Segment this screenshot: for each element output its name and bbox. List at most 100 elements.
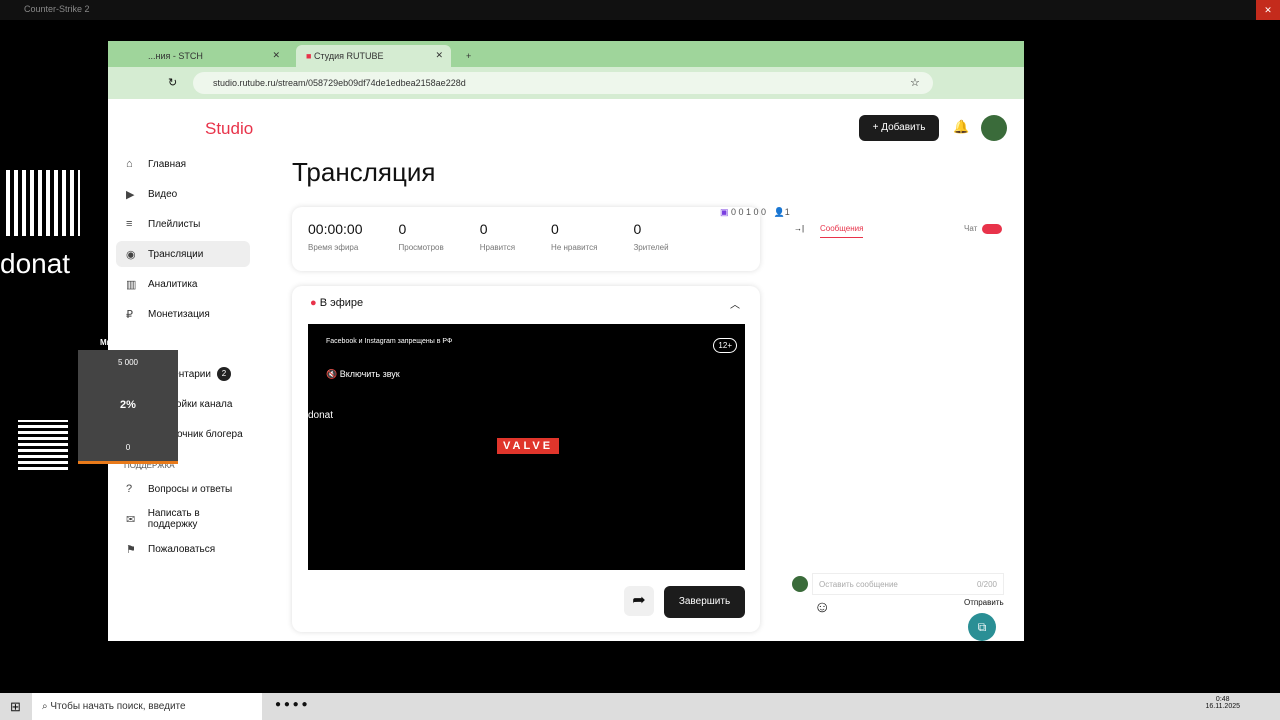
reload-icon[interactable]: ↻ bbox=[168, 76, 177, 89]
live-header: ● В эфире bbox=[310, 297, 363, 309]
flag-icon: ⚑ bbox=[126, 543, 136, 556]
taskbar-search[interactable]: ⌕ Чтобы начать поиск, введите bbox=[32, 693, 262, 720]
live-panel: ● В эфире ︿ Facebook и Instagram запреще… bbox=[292, 286, 760, 632]
playlist-icon: ≡ bbox=[126, 218, 133, 230]
chat-panel: ▣ 0 0 1 0 0 👤1 →| Сообщения Чат Оставить… bbox=[720, 207, 1013, 641]
taskbar: ⊞ ⌕ Чтобы начать поиск, введите ● ● ● ● … bbox=[0, 693, 1280, 720]
age-badge: 12+ bbox=[713, 338, 737, 353]
stat-airtime: 00:00:00 Время эфира bbox=[308, 221, 363, 257]
ruble-icon: ₽ bbox=[126, 308, 133, 321]
platform-icons: ▣ bbox=[720, 207, 732, 217]
chat-tabs: →| Сообщения Чат bbox=[778, 224, 1013, 242]
support-chat-icon[interactable]: ⧉ bbox=[968, 613, 996, 641]
sidebar-item-contact[interactable]: ✉ Написать в поддержку bbox=[116, 506, 250, 532]
valve-logo: VALVE bbox=[497, 438, 560, 454]
close-tab-icon[interactable]: ✕ bbox=[272, 50, 280, 61]
label: Просмотров bbox=[398, 243, 444, 252]
message-input[interactable]: Оставить сообщение 0/200 bbox=[812, 573, 1004, 595]
logo: Studio bbox=[205, 119, 254, 138]
chevron-up-icon[interactable]: ︿ bbox=[730, 296, 740, 311]
tab-strip: ...ния - STCH ✕ ■ Студия RUTUBE ✕ + bbox=[108, 41, 1024, 67]
url-input[interactable]: studio.rutube.ru/stream/058729eb09df74de… bbox=[193, 72, 933, 94]
browser-tab-active[interactable]: ■ Студия RUTUBE ✕ bbox=[296, 45, 451, 67]
placeholder: Оставить сообщение bbox=[819, 580, 898, 589]
sidebar-item-streams[interactable]: ◉ Трансляции bbox=[116, 241, 250, 267]
home-icon: ⌂ bbox=[126, 158, 133, 170]
new-tab-button[interactable]: + bbox=[456, 45, 481, 67]
sidebar-item-video[interactable]: ▶ Видео bbox=[116, 181, 250, 207]
sidebar-item-analytics[interactable]: ▥ Аналитика bbox=[116, 271, 250, 297]
browser-window: ...ния - STCH ✕ ■ Студия RUTUBE ✕ + ↻ stud… bbox=[108, 41, 1024, 641]
user-avatar bbox=[792, 576, 808, 592]
sidebar-item-faq[interactable]: ? Вопросы и ответы bbox=[116, 476, 250, 502]
avatar[interactable] bbox=[981, 115, 1007, 141]
sidebar-item-playlists[interactable]: ≡ Плейлисты bbox=[116, 211, 250, 237]
app-icons[interactable]: ● ● ● ● bbox=[275, 699, 308, 710]
mic-widget: Микрофон 5 000 2% 0 bbox=[78, 338, 178, 464]
viewer-count: 1 bbox=[784, 207, 790, 217]
label: Плейлисты bbox=[148, 218, 201, 230]
finish-button[interactable]: Завершить bbox=[664, 586, 745, 618]
unmute-label: Включить звук bbox=[339, 369, 400, 379]
sidebar-item-home[interactable]: ⌂ Главная bbox=[116, 151, 250, 177]
value: 0 bbox=[398, 221, 407, 237]
chart-icon: ▥ bbox=[126, 278, 137, 291]
live-label: В эфире bbox=[319, 297, 364, 309]
qr-code bbox=[6, 170, 80, 236]
chat-toggle[interactable] bbox=[982, 224, 1002, 234]
video-notice: Facebook и Instagram запрещены в РФ bbox=[326, 338, 453, 345]
rutube-icon: ■ bbox=[306, 51, 314, 61]
value: 00:00:00 bbox=[308, 221, 363, 237]
time: 0:48 bbox=[1215, 696, 1230, 703]
label: Главная bbox=[148, 158, 187, 170]
label: Монетизация bbox=[148, 308, 210, 320]
label: Пожаловаться bbox=[148, 543, 216, 555]
close-window-button[interactable]: ✕ bbox=[1256, 0, 1280, 20]
share-button[interactable]: ➦ bbox=[624, 586, 654, 616]
close-tab-icon[interactable]: ✕ bbox=[435, 50, 443, 61]
tab-messages[interactable]: Сообщения bbox=[820, 224, 864, 238]
label: Вопросы и ответы bbox=[148, 483, 233, 495]
bell-icon[interactable]: 🔔 bbox=[953, 119, 969, 135]
platform-counts: 0 0 1 0 0 bbox=[731, 207, 767, 217]
tab-label: Студия RUTUBE bbox=[313, 51, 384, 61]
add-button[interactable]: + Добавить bbox=[859, 115, 939, 141]
label: Нравится bbox=[479, 243, 516, 252]
star-icon[interactable]: ☆ bbox=[910, 76, 920, 89]
label: Видео bbox=[148, 188, 178, 200]
send-button[interactable]: Отправить bbox=[964, 598, 1004, 607]
add-label: Добавить bbox=[881, 122, 926, 133]
char-counter: 0/200 bbox=[976, 580, 997, 589]
browser-tab[interactable]: ...ния - STCH ✕ bbox=[138, 45, 288, 67]
stream-stats: 00:00:00 Время эфира 0 Просмотров 0 Нравитс… bbox=[292, 207, 760, 271]
date: 16.11.2025 bbox=[1205, 703, 1240, 710]
address-bar-row: ↻ studio.rutube.ru/stream/058729eb09df74… bbox=[108, 67, 1024, 99]
mic-label: Микрофон bbox=[100, 338, 142, 347]
mic-percent: 2% bbox=[120, 399, 136, 411]
label: Написать в поддержку bbox=[147, 508, 200, 530]
unmute-button[interactable]: 🔇 Включить звук bbox=[326, 369, 400, 380]
stat-views: 0 Просмотров bbox=[399, 221, 444, 257]
question-icon: ? bbox=[126, 483, 133, 495]
tab-label: ...ния - STCH bbox=[148, 51, 203, 61]
label: Трансляции bbox=[148, 248, 204, 260]
sidebar-item-report[interactable]: ⚑ Пожаловаться bbox=[116, 536, 250, 562]
comments-badge: 2 bbox=[216, 367, 231, 381]
video-donat-text: donat bbox=[308, 410, 334, 421]
broadcast-icon: ◉ bbox=[126, 248, 136, 261]
value: 0 bbox=[633, 221, 642, 237]
value: 0 bbox=[551, 221, 559, 237]
collapse-icon[interactable]: →| bbox=[794, 224, 804, 233]
search-placeholder: Чтобы начать поиск, введите bbox=[50, 701, 186, 712]
os-title-bar: Counter-Strike 2 ✕ bbox=[0, 0, 1280, 20]
video-preview[interactable]: Facebook и Instagram запрещены в РФ 12+ … bbox=[308, 324, 745, 570]
windows-start-icon[interactable]: ⊞ bbox=[10, 699, 21, 715]
stream-overlay: donat bbox=[0, 140, 108, 350]
mic-max: 5 000 bbox=[117, 358, 139, 367]
chat-toggle-label: Чат bbox=[964, 224, 978, 233]
label: Не нравится bbox=[551, 243, 598, 252]
sidebar-item-monetization[interactable]: ₽ Монетизация bbox=[116, 301, 250, 327]
clock[interactable]: 0:48 16.11.2025 bbox=[1205, 696, 1240, 710]
emoji-icon[interactable]: ☺ bbox=[814, 599, 830, 617]
page-title: Трансляция bbox=[292, 157, 436, 187]
